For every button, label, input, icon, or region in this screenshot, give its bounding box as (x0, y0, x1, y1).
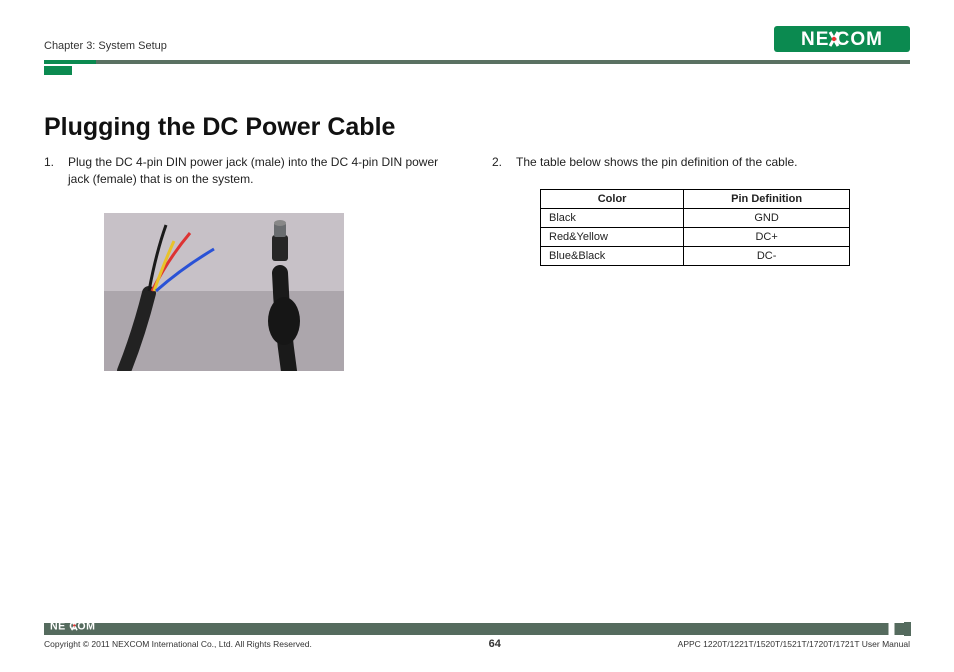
table-row: Black GND (541, 209, 850, 228)
chapter-label: Chapter 3: System Setup (44, 40, 167, 52)
page-title: Plugging the DC Power Cable (44, 113, 910, 142)
svg-text:NE COM: NE COM (801, 29, 883, 50)
accent-bar (44, 66, 72, 75)
step-number: 2. (492, 154, 506, 171)
table-row: Red&Yellow DC+ (541, 228, 850, 247)
step-number: 1. (44, 154, 58, 189)
step-text: The table below shows the pin definition… (516, 154, 798, 171)
step-text: Plug the DC 4-pin DIN power jack (male) … (68, 154, 462, 189)
page-number: 64 (489, 638, 501, 650)
table-row: Blue&Black DC- (541, 247, 850, 266)
pin-definition-table: Color Pin Definition Black GND Red&Yello… (540, 189, 850, 266)
header-divider (44, 60, 910, 64)
th-color: Color (541, 190, 684, 209)
th-pindef: Pin Definition (684, 190, 850, 209)
footer-bar: NE COM (44, 623, 910, 635)
cable-photo (104, 213, 344, 371)
copyright-text: Copyright © 2011 NEXCOM International Co… (44, 639, 312, 649)
nexcom-logo-footer: NE COM (50, 619, 122, 633)
manual-title: APPC 1220T/1221T/1520T/1521T/1720T/1721T… (678, 639, 910, 649)
nexcom-logo: NE COM (774, 26, 910, 52)
